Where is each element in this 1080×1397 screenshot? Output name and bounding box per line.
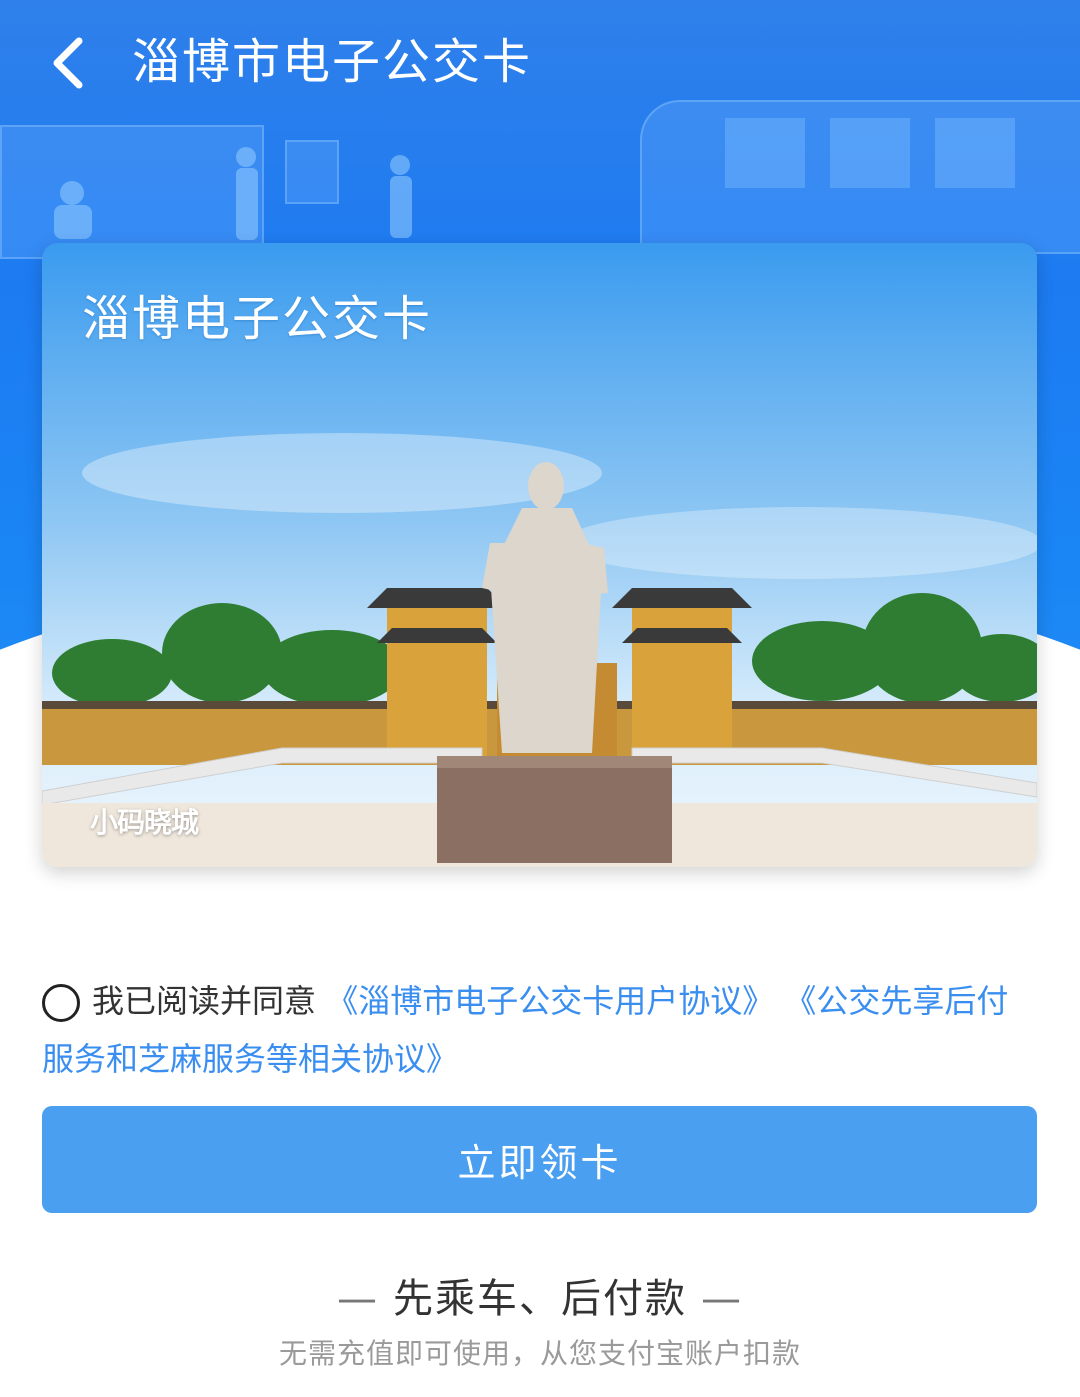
slogan-text: 先乘车、后付款: [393, 1276, 687, 1322]
slogan-dash-right: —: [701, 1276, 743, 1322]
watermark-logo: 小码晓城: [90, 806, 199, 839]
nav-bar: 淄博市电子公交卡: [0, 0, 1080, 120]
slogan-subtext: 无需充值即可使用，从您支付宝账户扣款: [278, 1337, 801, 1370]
agreement-link-user[interactable]: 《淄博市电子公交卡用户协议》: [326, 982, 774, 1020]
slogan: — 先乘车、后付款 —: [0, 1266, 1080, 1324]
agreement-block: 我已阅读并同意 《淄博市电子公交卡用户协议》 《公交先享后付服务和芝麻服务等相关…: [42, 972, 1037, 1088]
chevron-left-icon: [53, 37, 83, 89]
agreement-prefix: 我已阅读并同意: [92, 982, 317, 1020]
card-title: 淄博电子公交卡: [82, 291, 433, 347]
agree-radio[interactable]: [42, 984, 80, 1022]
get-card-button[interactable]: 立即领卡: [42, 1106, 1037, 1213]
slogan-dash-left: —: [337, 1276, 379, 1322]
back-button[interactable]: [34, 28, 104, 98]
bus-card: 淄博电子公交卡 小码晓城: [42, 243, 1037, 867]
page-title: 淄博市电子公交卡: [132, 34, 533, 90]
